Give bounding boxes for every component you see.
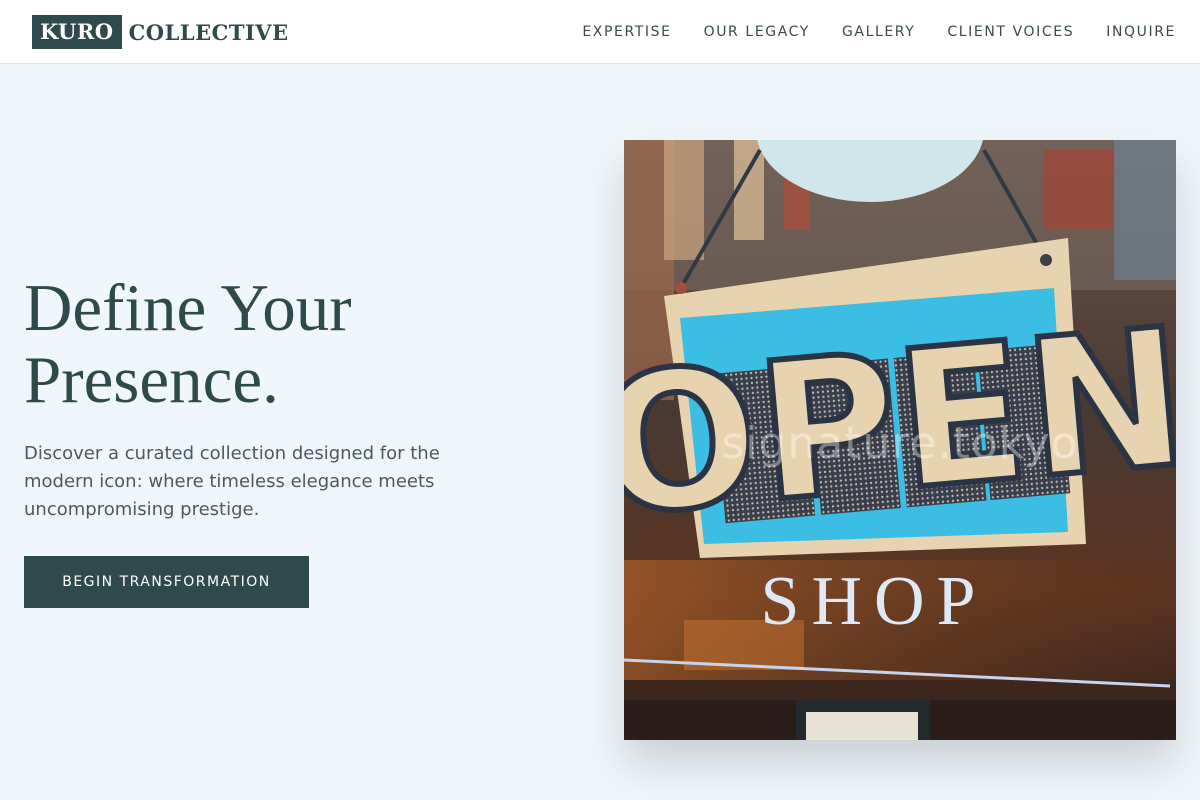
window-shop-text: SHOP: [761, 563, 988, 640]
begin-transformation-button[interactable]: BEGIN TRANSFORMATION: [24, 556, 309, 608]
site-header: KURO COLLECTIVE EXPERTISE OUR LEGACY GAL…: [0, 0, 1200, 64]
hero-title: Define Your Presence.: [24, 272, 544, 416]
nav-client-voices[interactable]: CLIENT VOICES: [947, 24, 1074, 40]
hero-image: OPEN SHOP signature.tokyo: [624, 140, 1176, 740]
brand-name: COLLECTIVE: [128, 19, 289, 45]
nav-inquire[interactable]: INQUIRE: [1106, 24, 1176, 40]
brand-logo[interactable]: KURO COLLECTIVE: [32, 15, 289, 49]
watermark-text: signature.tokyo: [721, 418, 1079, 469]
hero-title-line-2: Presence.: [24, 343, 279, 417]
brand-mark: KURO: [32, 15, 122, 49]
hero-subtitle: Discover a curated collection designed f…: [24, 443, 440, 520]
nav-gallery[interactable]: GALLERY: [842, 24, 915, 40]
nav-expertise[interactable]: EXPERTISE: [582, 24, 671, 40]
nav-our-legacy[interactable]: OUR LEGACY: [704, 24, 810, 40]
main-nav: EXPERTISE OUR LEGACY GALLERY CLIENT VOIC…: [582, 0, 1176, 64]
hero-title-line-1: Define Your: [24, 271, 352, 345]
